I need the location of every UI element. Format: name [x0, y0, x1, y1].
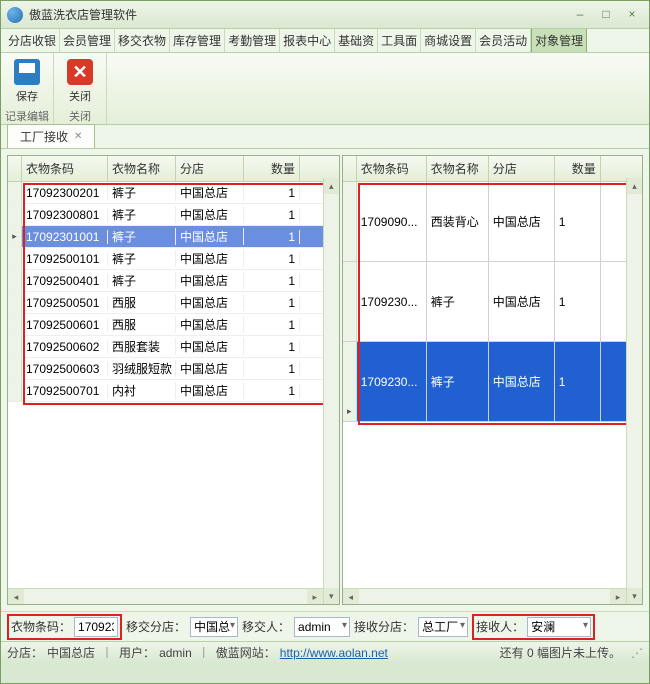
col-header-qty[interactable]: 数量 — [555, 156, 601, 181]
status-site-label: 傲蓝网站： — [216, 644, 276, 661]
row-header-col — [343, 156, 357, 181]
menu-item[interactable]: 考勤管理 — [225, 29, 280, 52]
receive-store-label: 接收分店： — [354, 618, 414, 635]
receive-store-combo[interactable]: 总工厂 — [418, 617, 468, 637]
minimize-button[interactable]: – — [569, 7, 591, 23]
h-scrollbar-right[interactable]: ◂▸ — [343, 588, 626, 604]
table-row[interactable]: ▸1709230...裤子中国总店1 — [343, 342, 642, 422]
close-button-label: 关闭 — [69, 88, 91, 104]
handover-person-combo[interactable]: admin — [294, 617, 350, 637]
table-row[interactable]: 17092500101裤子中国总店1 — [8, 248, 339, 270]
status-user-label: 用户： — [119, 644, 155, 661]
table-row[interactable]: 1709090...西装背心中国总店1 — [343, 182, 642, 262]
menu-item[interactable]: 移交衣物 — [115, 29, 170, 52]
table-row[interactable]: 17092500601西服中国总店1 — [8, 314, 339, 336]
highlight-box-receiver: 接收人： 安澜 — [472, 614, 595, 640]
tab-label: 工厂接收 — [20, 128, 68, 145]
h-scrollbar-left[interactable]: ◂▸ — [8, 588, 323, 604]
highlight-box-barcode: 衣物条码： — [7, 614, 122, 640]
menu-item[interactable]: 工具面 — [378, 29, 421, 52]
col-header-barcode[interactable]: 衣物条码 — [357, 156, 427, 181]
status-store-label: 分店： — [7, 644, 43, 661]
menu-item[interactable]: 商城设置 — [421, 29, 476, 52]
maximize-button[interactable]: □ — [595, 7, 617, 23]
handover-store-label: 移交分店： — [126, 618, 186, 635]
col-header-store[interactable]: 分店 — [176, 156, 244, 181]
right-grid: 衣物条码 衣物名称 分店 数量 1709090...西装背心中国总店117092… — [342, 155, 643, 605]
col-header-store[interactable]: 分店 — [489, 156, 555, 181]
status-user-value: admin — [159, 646, 192, 660]
receive-person-label: 接收人： — [476, 618, 524, 635]
toolbar-group-label-1: 记录编辑 — [5, 107, 49, 125]
window-title: 傲蓝洗衣店管理软件 — [29, 6, 565, 23]
left-grid: 衣物条码 衣物名称 分店 数量 17092300201裤子中国总店1170923… — [7, 155, 340, 605]
menu-item[interactable]: 库存管理 — [170, 29, 225, 52]
menu-item[interactable]: 分店收银 — [5, 29, 60, 52]
table-row[interactable]: 17092500501西服中国总店1 — [8, 292, 339, 314]
col-header-barcode[interactable]: 衣物条码 — [22, 156, 108, 181]
close-button[interactable]: ✕ 关闭 — [58, 57, 102, 105]
save-button-label: 保存 — [16, 88, 38, 104]
table-row[interactable]: 1709230...裤子中国总店1 — [343, 262, 642, 342]
status-upload-msg: 还有 0 幅图片未上传。 — [500, 644, 621, 661]
close-window-button[interactable]: × — [621, 7, 643, 23]
table-row[interactable]: 17092300801裤子中国总店1 — [8, 204, 339, 226]
v-scrollbar-left[interactable]: ▴▾ — [323, 178, 339, 604]
row-header-col — [8, 156, 22, 181]
handover-person-label: 移交人： — [242, 618, 290, 635]
col-header-name[interactable]: 衣物名称 — [427, 156, 489, 181]
toolbar-group-label-2: 关闭 — [69, 107, 91, 125]
v-scrollbar-right[interactable]: ▴▾ — [626, 178, 642, 604]
tab-close-icon[interactable]: ✕ — [74, 131, 82, 142]
menu-item[interactable]: 会员活动 — [476, 29, 531, 52]
col-header-name[interactable]: 衣物名称 — [108, 156, 176, 181]
save-button[interactable]: 保存 — [5, 57, 49, 105]
handover-store-combo[interactable]: 中国总 — [190, 617, 238, 637]
menu-item[interactable]: 基础资 — [335, 29, 378, 52]
close-icon: ✕ — [67, 59, 93, 85]
app-logo-icon — [7, 7, 23, 23]
table-row[interactable]: 17092500701内衬中国总店1 — [8, 380, 339, 402]
menubar: 分店收银会员管理移交衣物库存管理考勤管理报表中心基础资工具面商城设置会员活动对象… — [1, 29, 649, 53]
tab-factory-receive[interactable]: 工厂接收 ✕ — [7, 124, 95, 148]
barcode-label: 衣物条码： — [11, 618, 71, 635]
table-row[interactable]: 17092500603羽绒服短款中国总店1 — [8, 358, 339, 380]
col-header-qty[interactable]: 数量 — [244, 156, 300, 181]
save-icon — [14, 59, 40, 85]
receive-person-combo[interactable]: 安澜 — [527, 617, 591, 637]
status-store-value: 中国总店 — [47, 644, 95, 661]
table-row[interactable]: 17092500401裤子中国总店1 — [8, 270, 339, 292]
table-row[interactable]: ▸17092301001裤子中国总店1 — [8, 226, 339, 248]
table-row[interactable]: 17092500602西服套装中国总店1 — [8, 336, 339, 358]
status-site-link[interactable]: http://www.aolan.net — [280, 646, 388, 660]
menu-item[interactable]: 对象管理 — [531, 29, 587, 53]
barcode-input[interactable] — [74, 617, 118, 637]
menu-item[interactable]: 会员管理 — [60, 29, 115, 52]
menu-item[interactable]: 报表中心 — [280, 29, 335, 52]
resize-grip-icon[interactable]: ⋰ — [631, 646, 643, 660]
table-row[interactable]: 17092300201裤子中国总店1 — [8, 182, 339, 204]
